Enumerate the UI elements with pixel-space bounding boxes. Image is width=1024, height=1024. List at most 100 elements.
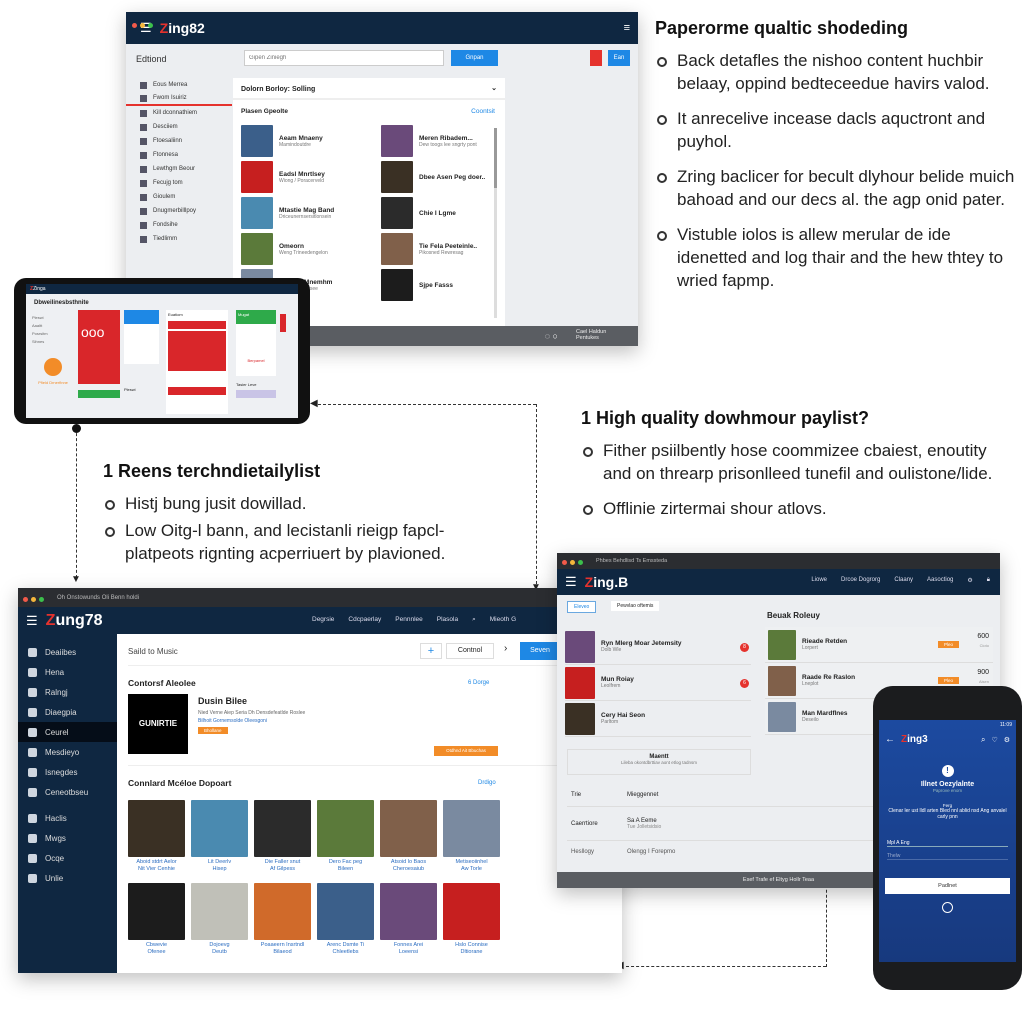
album-card[interactable]: Fonnes Arei Loeensi [380,883,437,962]
featured-link[interactable]: Bilhoit Gornemsolde Oleesgoni [198,718,267,724]
album-card[interactable]: Die Faller snut Af Gilpess [254,800,311,879]
album-card[interactable]: Dojoevg Deutb [191,883,248,962]
list-icon[interactable]: ≡ [624,22,630,34]
search-input[interactable] [244,50,444,66]
heart-icon[interactable]: ♡ [991,736,997,744]
sidebar-item[interactable]: Ocqe [18,848,117,868]
nav-link[interactable]: Cdcpaerlay [348,616,381,624]
sidebar-item[interactable]: Diaegpia [18,702,117,722]
featured-title[interactable]: Dusin Bilee [198,696,247,706]
price-tag[interactable]: Pleo [937,677,959,684]
section-link[interactable]: Drdigo [478,780,496,786]
album-card[interactable]: Aboid stdrt Aelor Nit Vier Cenhie [128,800,185,879]
phone-input[interactable]: Mpl A Eng [887,840,1008,847]
nav-link[interactable]: Pennnlee [395,616,422,624]
nav-link[interactable]: Degrsie [312,616,334,624]
featured-album-art[interactable]: GUNIRTIE [128,694,188,754]
album-card[interactable]: Cbwevie Ofenee [128,883,185,962]
album-card[interactable]: Arenc Dsmte Ti Chleetlebs [317,883,374,962]
sidebar-item[interactable]: Haclis [18,808,117,828]
green-button[interactable] [78,390,120,398]
menu-icon[interactable]: ☰ [26,613,38,629]
list-item[interactable]: Eadsl Mnrtlsey Wiong / Poracerveld [241,159,381,195]
track-row[interactable]: Ryn Mlerg Moar Jetemsity Dolb Wle 8 [565,629,751,665]
sidebar-item[interactable]: Ceneotbseu [18,782,117,802]
sidebar-item[interactable]: Mesdieyo [18,742,117,762]
list-item[interactable]: Omeorn Weng Trineedengelon [241,231,381,267]
sidebar-item[interactable]: Ralngj [18,682,117,702]
nav-link[interactable]: Drcoe Dogrorg [841,577,880,584]
sidebar-item[interactable]: Fondsihe [126,218,232,232]
control-button[interactable]: Contnol [446,643,494,659]
sidebar-item[interactable]: Kill dconnathiem [126,106,232,120]
list-item[interactable]: Chie I Lgme [381,195,496,231]
chat-icon[interactable]: ◌ ○ [545,331,558,341]
sidebar-item[interactable]: Gioulem [126,190,232,204]
list-item[interactable]: Aeam Mnaeny Mamindoutdre [241,123,381,159]
nav-link[interactable]: Aasoctiog [927,577,953,584]
back-arrow-icon[interactable]: ← [885,734,895,745]
nav-link[interactable]: Plasola [437,616,458,624]
section-link[interactable]: 6 Dorge [468,680,489,686]
lock-icon[interactable]: 🔒︎ [987,577,990,584]
album-card[interactable]: Dero Fac peg Bileen [317,800,374,879]
search-icon[interactable]: ⌕ [981,735,985,745]
album-card[interactable]: Hslo Connise Dltiorane [443,883,500,962]
sidebar-item[interactable]: Eous Merrea [126,78,232,92]
list-item[interactable]: Meren Ribadem... Dew toogs lee sngrty pon… [381,123,496,159]
sidebar-item[interactable]: Unlie [18,868,117,888]
price-tag[interactable]: Pleo [937,641,959,648]
section-link[interactable]: Coontsit [471,108,495,115]
track-row[interactable]: Mun Roiay Leolfrem 6 [565,665,751,701]
sidebar-item[interactable]: Deaiibes [18,642,117,662]
featured-action-button[interactable]: Otdhnd Ait Bbuchas [434,746,498,756]
chevron-right-icon[interactable]: › [504,643,507,654]
tablet-tabs[interactable]: Pleswi Aaaltt Posrsitm Sihnes [32,314,48,346]
primary-button[interactable]: Seven [520,642,560,660]
nav-link[interactable]: Mieoth G [490,616,516,624]
album-card[interactable]: Metiseoiinhel Aw Torle [443,800,500,879]
filter-chip-active[interactable]: Eleveo [567,601,597,613]
sidebar-item[interactable]: Ftonnesa [126,148,232,162]
sidebar-item[interactable]: Fwom Isuiriz [126,92,232,106]
scrollbar[interactable] [494,128,497,318]
menu-icon[interactable]: ☰ [565,574,577,590]
home-button-icon[interactable] [942,902,953,913]
nav-link[interactable]: Claany [894,577,913,584]
album-card[interactable]: Poaaeern Insrtndl Bilaeod [254,883,311,962]
side-tab[interactable] [280,314,286,332]
panel-header[interactable]: Dolorn Borloy: Solling ⌄ [233,78,505,100]
action-button[interactable]: Ean [608,50,630,66]
sidebar-item[interactable]: Tiedlimm [126,232,232,246]
search-icon[interactable]: ⌕ [472,616,476,624]
featured-badge[interactable]: Bhollane [198,727,228,734]
sidebar-item[interactable]: Ceurel [18,722,117,742]
filter-chip[interactable]: Pewvlao oftemis [611,601,660,611]
blue-card[interactable] [124,310,159,324]
sidebar-item[interactable]: Fecujg tom [126,176,232,190]
sidebar-item[interactable]: Hena [18,662,117,682]
sidebar-item[interactable]: Dnugmerbilllpoy [126,204,232,218]
list-item[interactable]: Mtastie Mag Band Driceunernsersitlonsein [241,195,381,231]
settings-icon[interactable]: ⚙ [967,577,972,584]
sidebar-item[interactable]: Mwgs [18,828,117,848]
list-item[interactable]: Sjpe Fasss [381,267,496,303]
youtube-icon[interactable] [590,50,602,66]
album-card[interactable]: Lit Deerlv Hisep [191,800,248,879]
sidebar-item[interactable]: Lewthgm Beour [126,162,232,176]
phone-input-secondary[interactable]: Thelw [887,853,1008,860]
window-controls[interactable] [562,553,586,570]
window-controls[interactable] [23,589,47,607]
sidebar-item[interactable]: Desciiem [126,120,232,134]
add-button[interactable]: + [420,643,442,659]
settings-icon[interactable]: ⚙ [1004,736,1010,744]
window-controls[interactable] [132,15,156,33]
sidebar-item[interactable]: Isnegdes [18,762,117,782]
track-row[interactable]: Cery Hai Seon Parltom [565,701,751,737]
release-row[interactable]: Rieade Retden Lorpert Pleo 600 Cioto [765,627,993,663]
stats-card[interactable]: ooo [78,310,120,384]
nav-link[interactable]: Liowe [811,577,827,584]
sidebar-item[interactable]: Ftoesaliinn [126,134,232,148]
phone-submit-button[interactable]: Padlnet [885,878,1010,894]
search-button[interactable]: Gnpan [451,50,498,66]
